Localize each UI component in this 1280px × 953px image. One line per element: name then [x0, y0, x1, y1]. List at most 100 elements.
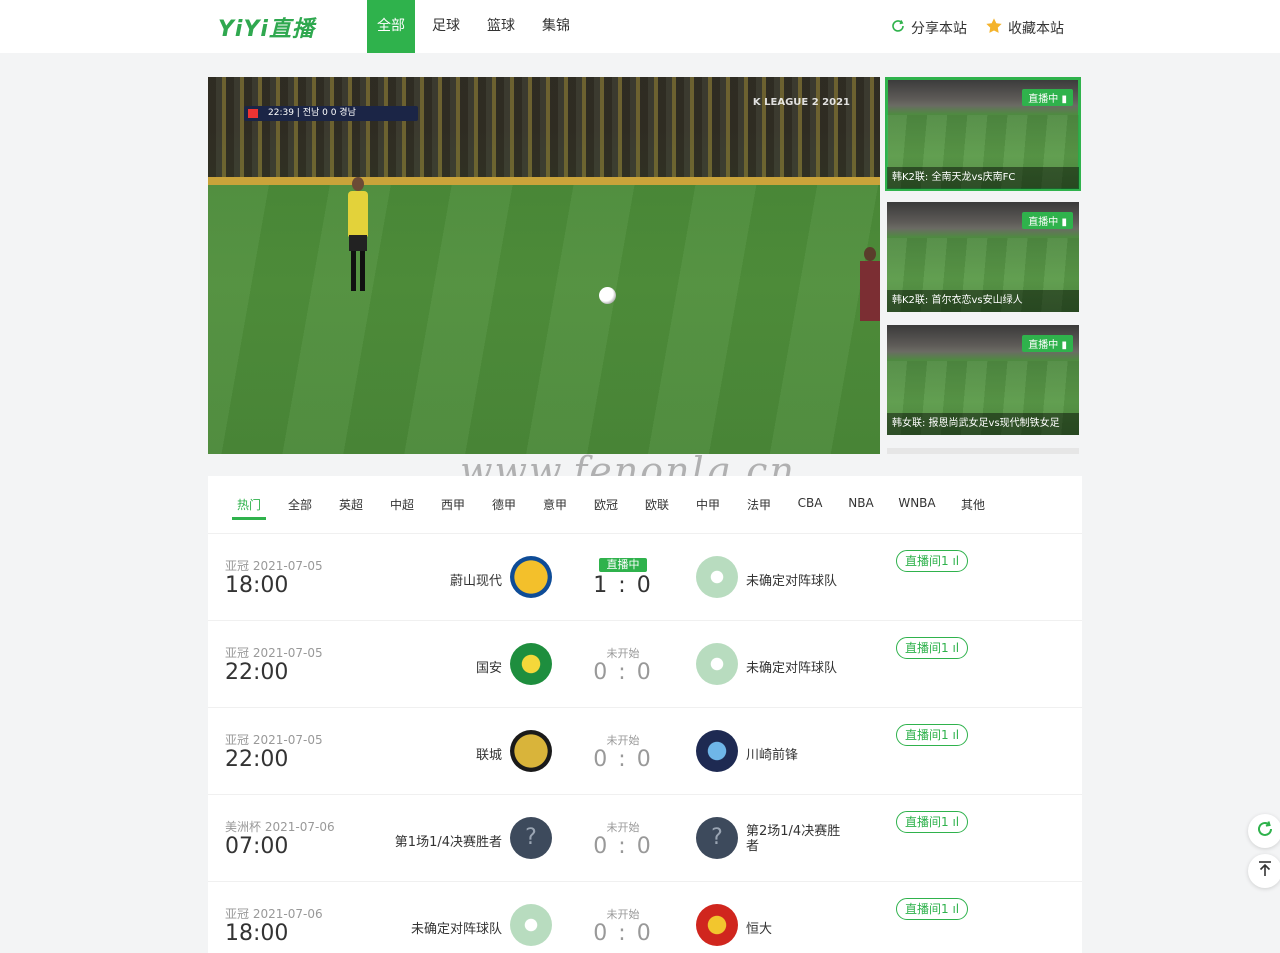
- ad-board: [208, 177, 880, 185]
- thumbnail-title: 韩女联: 报恩尚武女足vs现代制铁女足: [887, 413, 1079, 435]
- away-team-name: 恒大: [746, 922, 773, 937]
- live-badge: 直播中 ▮: [1022, 89, 1073, 106]
- favorite-site-button[interactable]: 收藏本站: [985, 17, 1064, 39]
- tab-serie-a[interactable]: 意甲: [536, 476, 574, 533]
- signal-bars-icon: ıl: [952, 554, 960, 568]
- tab-hot[interactable]: 热门: [230, 476, 268, 533]
- main-nav: 全部 足球 篮球 集锦: [367, 0, 587, 53]
- live-room-button[interactable]: 直播间1 ıl: [896, 637, 969, 659]
- nav-football[interactable]: 足球: [422, 0, 470, 53]
- match-row: 美洲杯 2021-07-06 07:00 第1场1/4决赛胜者 ? 未开始 0 …: [208, 795, 1082, 882]
- home-team-name: 国安: [475, 661, 502, 676]
- back-to-top-icon: [1256, 860, 1274, 882]
- broadcast-logo: K LEAGUE 2 2021: [752, 97, 850, 108]
- home-team-logo: [510, 730, 552, 772]
- home-team-logo: [510, 904, 552, 946]
- tab-cba[interactable]: CBA: [791, 476, 829, 533]
- match-status: 未开始: [606, 647, 640, 660]
- share-site-label: 分享本站: [911, 21, 967, 37]
- nav-highlights[interactable]: 集锦: [532, 0, 580, 53]
- home-team-name: 联城: [475, 748, 502, 763]
- match-status: 直播中: [599, 558, 647, 572]
- signal-bars-icon: ▮: [1061, 217, 1067, 228]
- tab-premier-league[interactable]: 英超: [332, 476, 370, 533]
- match-row: 亚冠 2021-07-05 22:00 国安 未开始 0 : 0 未确定对阵球队…: [208, 621, 1082, 708]
- match-score: 0 : 0: [593, 747, 653, 772]
- match-list-panel: 热门 全部 英超 中超 西甲 德甲 意甲 欧冠 欧联 中甲 法甲 CBA NBA…: [208, 476, 1082, 953]
- refresh-button[interactable]: [1248, 814, 1280, 848]
- away-team-logo: [696, 643, 738, 685]
- signal-bars-icon: ıl: [952, 728, 960, 742]
- star-icon: [985, 17, 1003, 39]
- tab-other[interactable]: 其他: [954, 476, 992, 533]
- tab-ucl[interactable]: 欧冠: [587, 476, 625, 533]
- header-actions: 分享本站 收藏本站: [890, 17, 1064, 39]
- back-to-top-button[interactable]: [1248, 854, 1280, 888]
- home-team-name: 未确定对阵球队: [410, 922, 502, 937]
- share-site-button[interactable]: 分享本站: [890, 17, 967, 39]
- stadium-stands: [208, 77, 880, 182]
- site-logo[interactable]: YiYi直播: [218, 11, 315, 43]
- signal-bars-icon: ıl: [952, 815, 960, 829]
- live-room-button[interactable]: 直播间1 ıl: [896, 550, 969, 572]
- signal-bars-icon: ▮: [1061, 340, 1067, 351]
- match-row: 亚冠 2021-07-05 18:00 蔚山现代 直播中 1 : 0 未确定对阵…: [208, 534, 1082, 621]
- tab-ligue1[interactable]: 法甲: [740, 476, 778, 533]
- thumbnail-title: 韩K2联: 首尔衣恋vs安山绿人: [887, 290, 1079, 312]
- live-room-button[interactable]: 直播间1 ıl: [896, 724, 969, 746]
- refresh-icon: [890, 18, 906, 38]
- live-thumbnail-partial[interactable]: [887, 448, 1079, 454]
- match-score: 0 : 0: [593, 834, 653, 859]
- tab-uel[interactable]: 欧联: [638, 476, 676, 533]
- tab-china-league-one[interactable]: 中甲: [689, 476, 727, 533]
- match-score: 1 : 0: [593, 573, 653, 598]
- away-team-logo: [696, 730, 738, 772]
- question-icon: ?: [696, 817, 738, 859]
- signal-bars-icon: ▮: [1061, 94, 1067, 105]
- live-room-button[interactable]: 直播间1 ıl: [896, 811, 969, 833]
- home-team-logo: [510, 556, 552, 598]
- home-team-logo: [510, 643, 552, 685]
- match-time: 18:00: [225, 573, 289, 598]
- nav-all[interactable]: 全部: [367, 0, 415, 53]
- tab-nba[interactable]: NBA: [842, 476, 880, 533]
- away-team-logo: [696, 904, 738, 946]
- away-team-name: 川崎前锋: [746, 748, 799, 763]
- tab-laliga[interactable]: 西甲: [434, 476, 472, 533]
- match-status: 未开始: [606, 821, 640, 834]
- match-time: 22:00: [225, 747, 289, 772]
- nav-basketball[interactable]: 篮球: [477, 0, 525, 53]
- signal-bars-icon: ıl: [952, 902, 960, 916]
- video-player[interactable]: 22:39 | 전남 0 0 경남 K LEAGUE 2 2021: [208, 77, 880, 454]
- home-team-name: 蔚山现代: [449, 574, 502, 589]
- tab-bundesliga[interactable]: 德甲: [485, 476, 523, 533]
- live-thumbnail[interactable]: 直播中 ▮ 韩女联: 报恩尚武女足vs现代制铁女足: [887, 325, 1079, 435]
- away-team-name: 未确定对阵球队: [746, 574, 838, 589]
- signal-bars-icon: ıl: [952, 641, 960, 655]
- live-thumbnail[interactable]: 直播中 ▮ 韩K2联: 首尔衣恋vs安山绿人: [887, 202, 1079, 312]
- match-row: 亚冠 2021-07-06 18:00 未确定对阵球队 未开始 0 : 0 恒大…: [208, 882, 1082, 953]
- match-meta: 亚冠 2021-07-05: [225, 646, 323, 660]
- live-badge: 直播中 ▮: [1022, 212, 1073, 229]
- match-meta: 亚冠 2021-07-05: [225, 733, 323, 747]
- match-score: 0 : 0: [593, 660, 653, 685]
- live-thumbnail[interactable]: 直播中 ▮ 韩K2联: 全南天龙vs庆南FC: [885, 77, 1081, 191]
- match-status: 未开始: [606, 908, 640, 921]
- live-room-button[interactable]: 直播间1 ıl: [896, 898, 969, 920]
- tab-wnba[interactable]: WNBA: [893, 476, 941, 533]
- tab-all[interactable]: 全部: [281, 476, 319, 533]
- top-header: YiYi直播 全部 足球 篮球 集锦 分享本站 收藏本站: [0, 0, 1280, 53]
- scorebug: 22:39 | 전남 0 0 경남: [244, 106, 418, 121]
- player-figure: [346, 177, 370, 297]
- away-team-logo: [696, 556, 738, 598]
- pitch: [208, 185, 880, 454]
- match-meta: 亚冠 2021-07-06: [225, 907, 323, 921]
- match-time: 18:00: [225, 921, 289, 946]
- tab-csl[interactable]: 中超: [383, 476, 421, 533]
- player-figure-edge: [860, 247, 880, 387]
- home-team-name: 第1场1/4决赛胜者: [394, 835, 502, 850]
- away-team-name: 第2场1/4决赛胜者: [746, 824, 841, 854]
- match-meta: 美洲杯 2021-07-06: [225, 820, 335, 834]
- thumbnail-title: 韩K2联: 全南天龙vs庆南FC: [887, 167, 1079, 189]
- question-icon: ?: [510, 817, 552, 859]
